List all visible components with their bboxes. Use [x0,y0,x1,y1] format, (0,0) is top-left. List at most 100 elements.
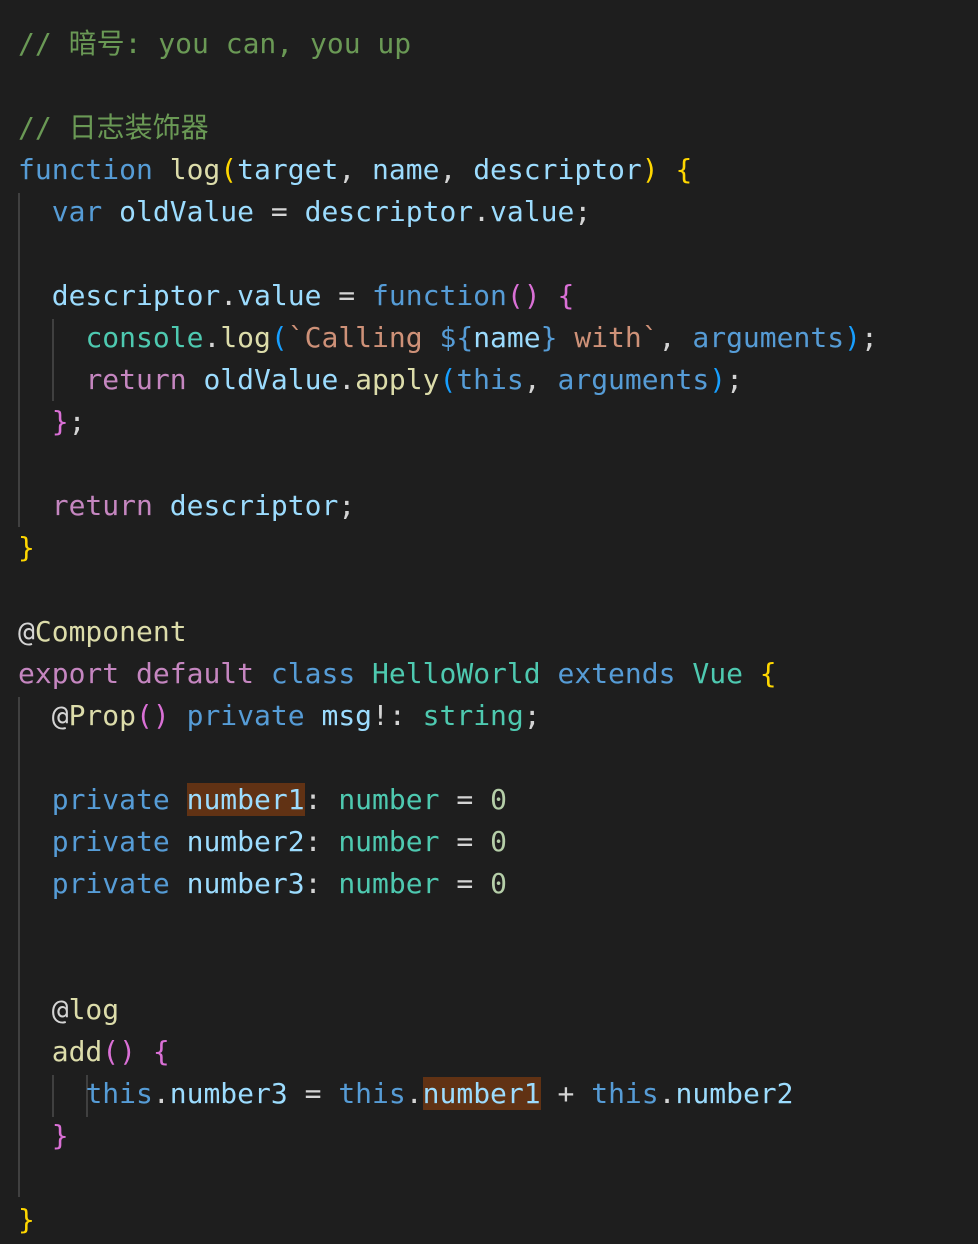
code-line[interactable]: @log [18,989,119,1031]
code-token: string [422,699,524,732]
code-token: arguments [692,321,845,354]
code-token: target [237,153,339,186]
code-token: ; [726,363,743,396]
code-token: default [136,657,255,690]
code-token: () [506,279,541,312]
code-token: name [372,153,440,186]
code-line[interactable]: } [18,1115,69,1157]
code-token: 0 [490,867,507,900]
code-token: () [102,1035,137,1068]
code-token: } [18,1203,35,1236]
code-token: . [405,1077,423,1110]
code-line[interactable]: function log(target, name, descriptor) { [18,149,692,191]
code-token: function [18,153,153,186]
code-token: } [18,531,35,564]
highlighted-token: number1 [186,783,305,816]
code-token: descriptor [169,489,339,522]
code-token: , [439,153,474,186]
code-line[interactable]: } [18,527,35,569]
code-line[interactable]: return descriptor; [18,485,355,527]
code-line[interactable]: export default class HelloWorld extends … [18,653,777,695]
code-token: private [51,783,170,816]
code-line[interactable]: private number2: number = 0 [18,821,507,863]
code-token: ) [641,153,659,186]
code-token: ( [439,363,457,396]
code-token: . [220,279,238,312]
code-line[interactable]: // 日志装饰器 [18,107,209,149]
code-token: `Calling [287,321,440,354]
code-token: number2 [675,1077,794,1110]
code-token: ; [523,699,541,732]
code-token: Component [34,615,187,648]
code-token: number [338,867,440,900]
code-token: var [51,195,103,228]
code-token: ; [338,489,356,522]
code-token: return [85,363,187,396]
code-token: private [186,699,305,732]
code-line[interactable]: @Component [18,611,187,653]
code-token: number2 [186,825,305,858]
code-token: { [759,657,777,690]
code-token: msg [321,699,373,732]
code-token: log [68,993,120,1026]
code-token: // 日志装饰器 [18,111,209,144]
code-token: arguments [557,363,710,396]
code-token: } [51,405,69,438]
code-token: . [473,195,491,228]
code-token: ; [860,321,878,354]
code-token: console [85,321,204,354]
code-token: { [557,279,575,312]
code-token: : [304,825,339,858]
code-token: number [338,783,440,816]
code-line[interactable]: } [18,1199,35,1241]
code-line[interactable]: add() { [18,1031,170,1073]
code-token: value [490,195,575,228]
code-token: oldValue [203,363,339,396]
code-token: ; [68,405,86,438]
code-token: private [51,867,170,900]
code-token: this [591,1077,659,1110]
code-token: = [439,867,491,900]
code-token: } [51,1119,69,1152]
code-line[interactable]: this.number3 = this.number1 + this.numbe… [18,1073,794,1115]
code-editor[interactable]: // 暗号: you can, you up // 日志装饰器 function l… [0,0,978,1244]
code-line[interactable]: // 暗号: you can, you up [18,23,411,65]
code-line[interactable]: private number3: number = 0 [18,863,507,905]
code-token: 0 [490,825,507,858]
code-token: , [658,321,693,354]
code-line[interactable]: }; [18,401,86,443]
code-token: function [372,279,507,312]
code-token: class [270,657,356,690]
code-token: name [473,321,541,354]
code-token: private [51,825,170,858]
code-line[interactable]: descriptor.value = function() { [18,275,575,317]
code-token: number3 [169,1077,288,1110]
code-line[interactable]: @Prop() private msg!: string; [18,695,541,737]
code-token: ( [270,321,288,354]
code-token: @ [51,993,69,1026]
code-line[interactable]: private number1: number = 0 [18,779,507,821]
code-line[interactable]: var oldValue = descriptor.value; [18,191,591,233]
code-line[interactable]: return oldValue.apply(this, arguments); [18,359,743,401]
code-line[interactable]: console.log(`Calling ${name} with`, argu… [18,317,878,359]
code-token: extends [557,657,676,690]
code-token: log [169,153,221,186]
